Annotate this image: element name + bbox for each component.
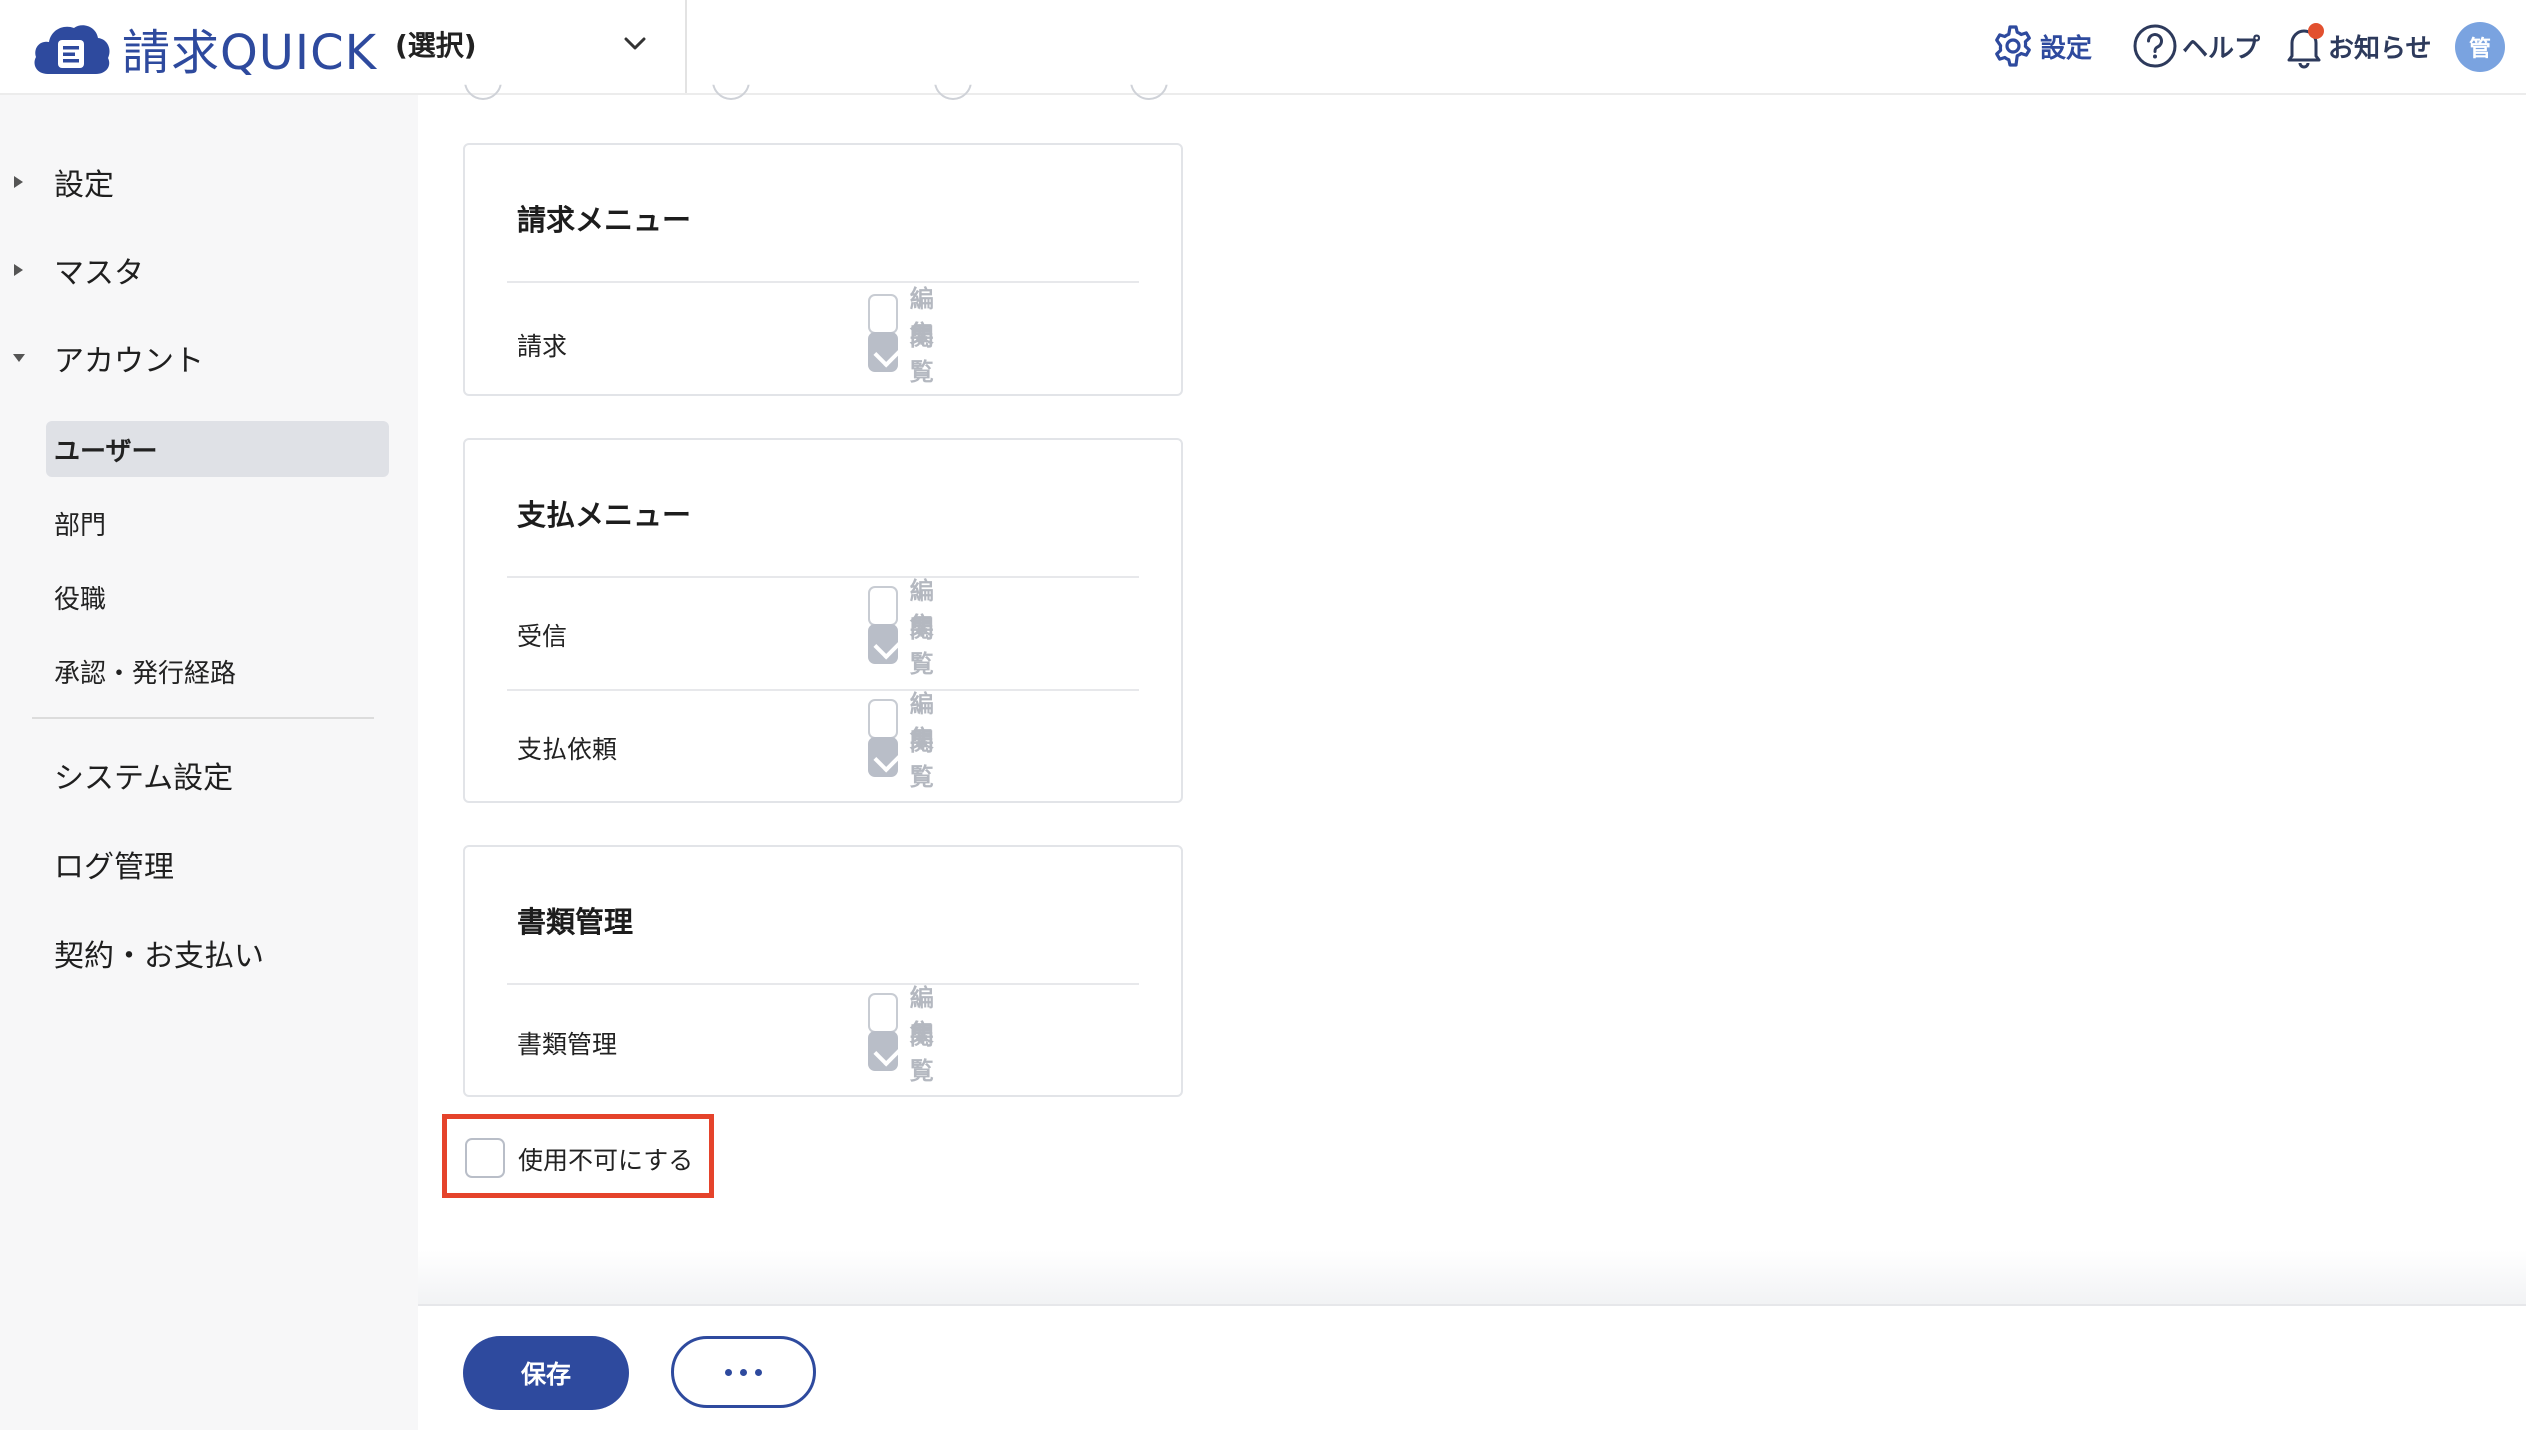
edit-checkbox[interactable]: [868, 993, 898, 1033]
action-footer: 保存: [418, 1304, 2526, 1430]
top-header: 請求QUICK (選択) 設定 ヘルプ お知らせ 管: [0, 0, 2526, 95]
view-checkbox-row[interactable]: 閲覧: [868, 615, 944, 678]
permission-card-payment: 支払メニュー 受信 編集 閲覧 支払依頼 編集 閲覧: [463, 438, 1183, 803]
header-help-link[interactable]: ヘルプ: [2132, 20, 2260, 72]
edit-checkbox[interactable]: [868, 586, 898, 626]
view-checkbox[interactable]: [868, 624, 898, 664]
sidebar-item-departments[interactable]: 部門: [46, 495, 389, 551]
permission-card-billing: 請求メニュー 請求 編集 閲覧: [463, 143, 1183, 396]
permission-row: 請求 編集 閲覧: [465, 283, 1181, 395]
sidebar-item-system-settings[interactable]: システム設定: [0, 750, 418, 800]
sidebar-divider: [32, 717, 374, 719]
view-checkbox[interactable]: [868, 332, 898, 372]
view-checkbox-row[interactable]: 閲覧: [868, 323, 944, 386]
header-notifications-label: お知らせ: [2328, 33, 2432, 64]
disable-user-label: 使用不可にする: [518, 1146, 694, 1175]
permission-row: 書類管理 編集 閲覧: [465, 984, 1181, 1097]
app-logo[interactable]: 請求QUICK: [30, 18, 377, 81]
permission-row: 支払依頼 編集 閲覧: [465, 690, 1181, 803]
footer-shadow: [418, 1250, 2526, 1305]
selector-value: (選択): [395, 29, 477, 62]
save-button[interactable]: 保存: [463, 1336, 629, 1410]
sidebar-item-approval-routes[interactable]: 承認・発行経路: [46, 643, 389, 699]
sidebar-section-label: マスタ: [54, 256, 144, 291]
more-dot-icon: [725, 1368, 732, 1376]
sidebar-item-log-management[interactable]: ログ管理: [0, 839, 418, 889]
sidebar-section-label: アカウント: [54, 344, 204, 379]
sidebar-item-users[interactable]: ユーザー: [46, 421, 389, 477]
gear-icon: [1995, 25, 2031, 67]
edit-checkbox[interactable]: [868, 294, 898, 334]
view-label: 閲覧: [909, 323, 934, 386]
header-settings-link[interactable]: 設定: [1990, 20, 2092, 72]
sidebar-item-positions[interactable]: 役職: [46, 569, 389, 625]
permission-name: 受信: [517, 622, 568, 651]
chevron-down-icon: [624, 37, 646, 50]
sidebar-item-label: ログ管理: [54, 850, 174, 885]
permission-name: 支払依頼: [517, 735, 618, 764]
disable-user-option[interactable]: 使用不可にする: [442, 1114, 714, 1198]
permission-name: 書類管理: [517, 1030, 618, 1059]
permission-card-documents: 書類管理 書類管理 編集 閲覧: [463, 845, 1183, 1097]
logo-cloud-icon: [34, 25, 110, 74]
user-avatar[interactable]: 管: [2455, 22, 2505, 72]
view-checkbox-row[interactable]: 閲覧: [868, 728, 944, 791]
more-dot-icon: [755, 1368, 762, 1376]
help-icon: [2133, 24, 2177, 68]
view-label: 閲覧: [909, 1022, 934, 1085]
caret-down-icon: [13, 354, 25, 362]
caret-right-icon: [14, 176, 23, 188]
organization-selector[interactable]: (選択): [395, 0, 687, 93]
header-notifications-link[interactable]: お知らせ: [2284, 20, 2431, 72]
sidebar-section-label: 設定: [54, 168, 114, 203]
logo-text: 請求QUICK: [122, 25, 378, 81]
sidebar-item-label: システム設定: [54, 761, 234, 796]
card-title: 支払メニュー: [517, 498, 692, 532]
permission-row: 受信 編集 閲覧: [465, 577, 1181, 690]
more-dot-icon: [740, 1368, 747, 1376]
sidebar-section-settings[interactable]: 設定: [0, 157, 418, 207]
permission-name: 請求: [517, 332, 568, 361]
sidebar-section-master[interactable]: マスタ: [0, 245, 418, 295]
edit-checkbox[interactable]: [868, 699, 898, 739]
card-title: 請求メニュー: [517, 203, 692, 237]
sidebar-section-account[interactable]: アカウント: [0, 333, 418, 383]
view-checkbox[interactable]: [868, 1031, 898, 1071]
card-title: 書類管理: [517, 905, 634, 939]
view-checkbox-row[interactable]: 閲覧: [868, 1022, 944, 1085]
notification-bell: [2284, 23, 2324, 69]
notification-badge: [2308, 23, 2324, 39]
view-checkbox[interactable]: [868, 737, 898, 777]
caret-right-icon: [14, 264, 23, 276]
sidebar-item-contract-payment[interactable]: 契約・お支払い: [0, 928, 418, 978]
disable-user-checkbox[interactable]: [465, 1138, 505, 1178]
view-label: 閲覧: [909, 615, 934, 678]
sidebar-item-label: 契約・お支払い: [54, 939, 264, 974]
header-settings-label: 設定: [2040, 33, 2093, 64]
view-label: 閲覧: [909, 728, 934, 791]
header-help-label: ヘルプ: [2182, 33, 2261, 64]
sidebar: 設定 マスタ アカウント ユーザー 部門 役職 承認・発行経路 システム設定 ロ…: [0, 95, 418, 1430]
more-options-button[interactable]: [671, 1336, 816, 1408]
